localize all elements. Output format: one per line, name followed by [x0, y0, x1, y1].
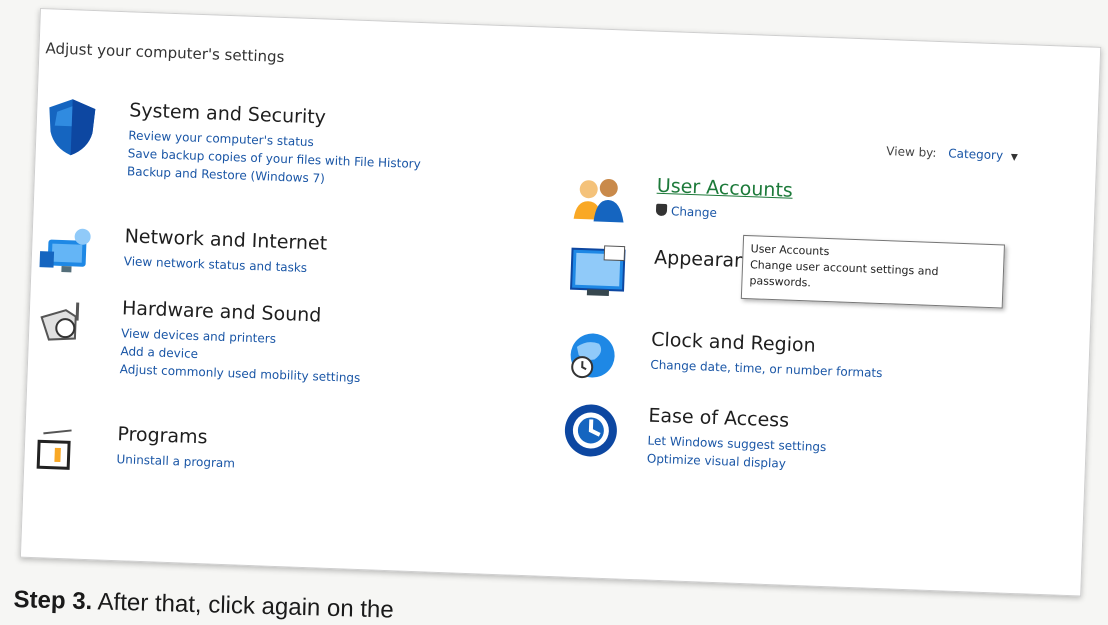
step-number: Step 3.: [13, 586, 93, 616]
clock-globe-icon[interactable]: [564, 324, 624, 384]
uac-shield-icon: [655, 203, 668, 217]
step-caption: Step 3. After that, click again on the: [13, 586, 394, 625]
shield-icon[interactable]: [42, 95, 102, 156]
printer-speaker-icon[interactable]: [34, 293, 94, 353]
step-text: After that, click again on the: [97, 588, 395, 624]
control-panel-window: Adjust your computer's settings View by:…: [19, 8, 1102, 597]
view-by-dropdown[interactable]: Category: [948, 146, 1003, 162]
programs-icon[interactable]: [30, 419, 90, 479]
page-title: Adjust your computer's settings: [45, 39, 285, 66]
users-icon[interactable]: [569, 171, 629, 231]
chevron-down-icon[interactable]: ▼: [1011, 153, 1018, 163]
network-icon[interactable]: [37, 221, 97, 281]
user-accounts-tooltip: User Accounts Change user account settin…: [740, 234, 1005, 309]
view-by-label: View by:: [886, 144, 937, 160]
change-account-label: Change: [670, 204, 718, 220]
view-by-control: View by: Category ▼: [886, 144, 1018, 163]
appearance-icon[interactable]: [567, 243, 627, 303]
ease-of-access-icon[interactable]: [561, 400, 621, 460]
